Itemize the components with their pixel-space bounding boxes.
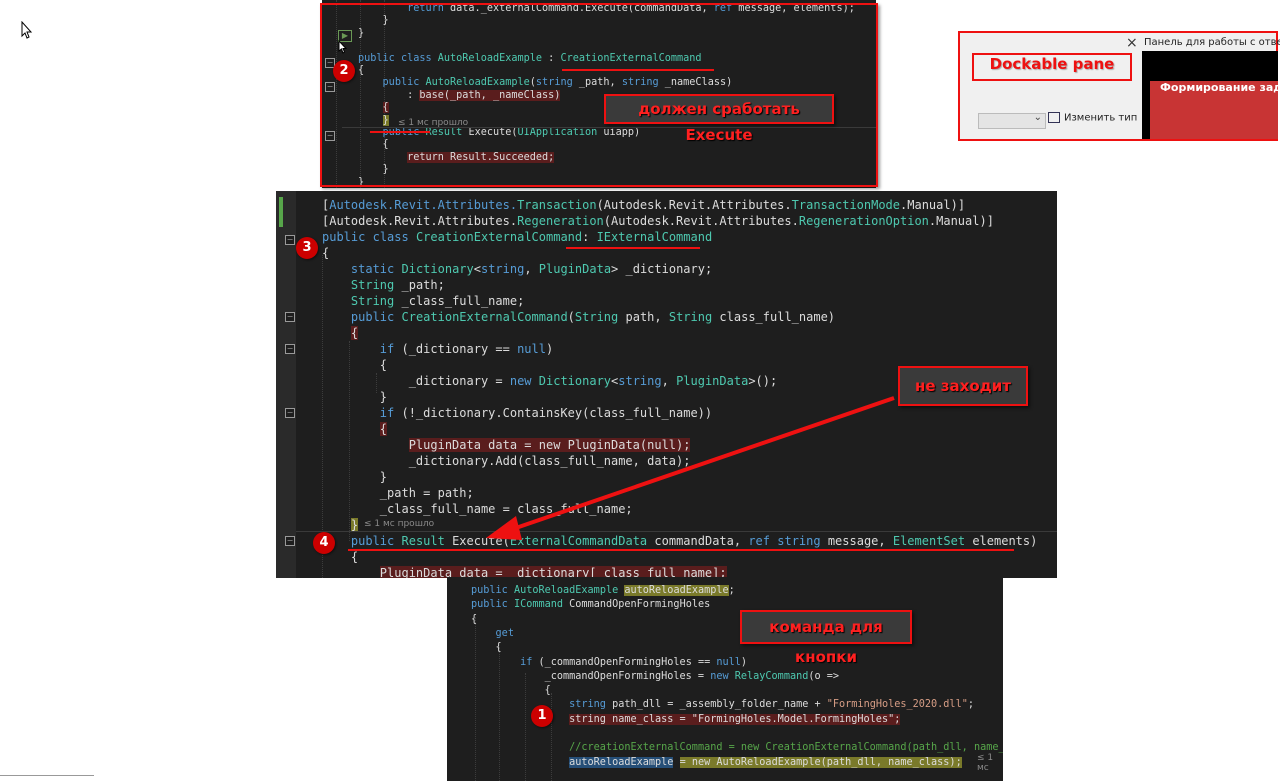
forming-task-button[interactable]: Формирование зада — [1150, 81, 1278, 139]
close-icon[interactable]: × — [1126, 35, 1138, 51]
type-dropdown[interactable]: ⌄ — [978, 112, 1046, 129]
pane-label: Dockable pane — [972, 53, 1132, 81]
dockable-pane: × Панель для работы с отвер Dockable pan… — [958, 31, 1280, 141]
pane-content-area: Формирование зада — [1142, 51, 1278, 139]
pane-title: Панель для работы с отвер — [1144, 37, 1280, 48]
status-strip — [0, 775, 94, 776]
edit-type-button[interactable]: Изменить тип — [1048, 112, 1137, 128]
chevron-down-icon: ⌄ — [1033, 112, 1042, 123]
edit-type-icon — [1048, 112, 1060, 123]
